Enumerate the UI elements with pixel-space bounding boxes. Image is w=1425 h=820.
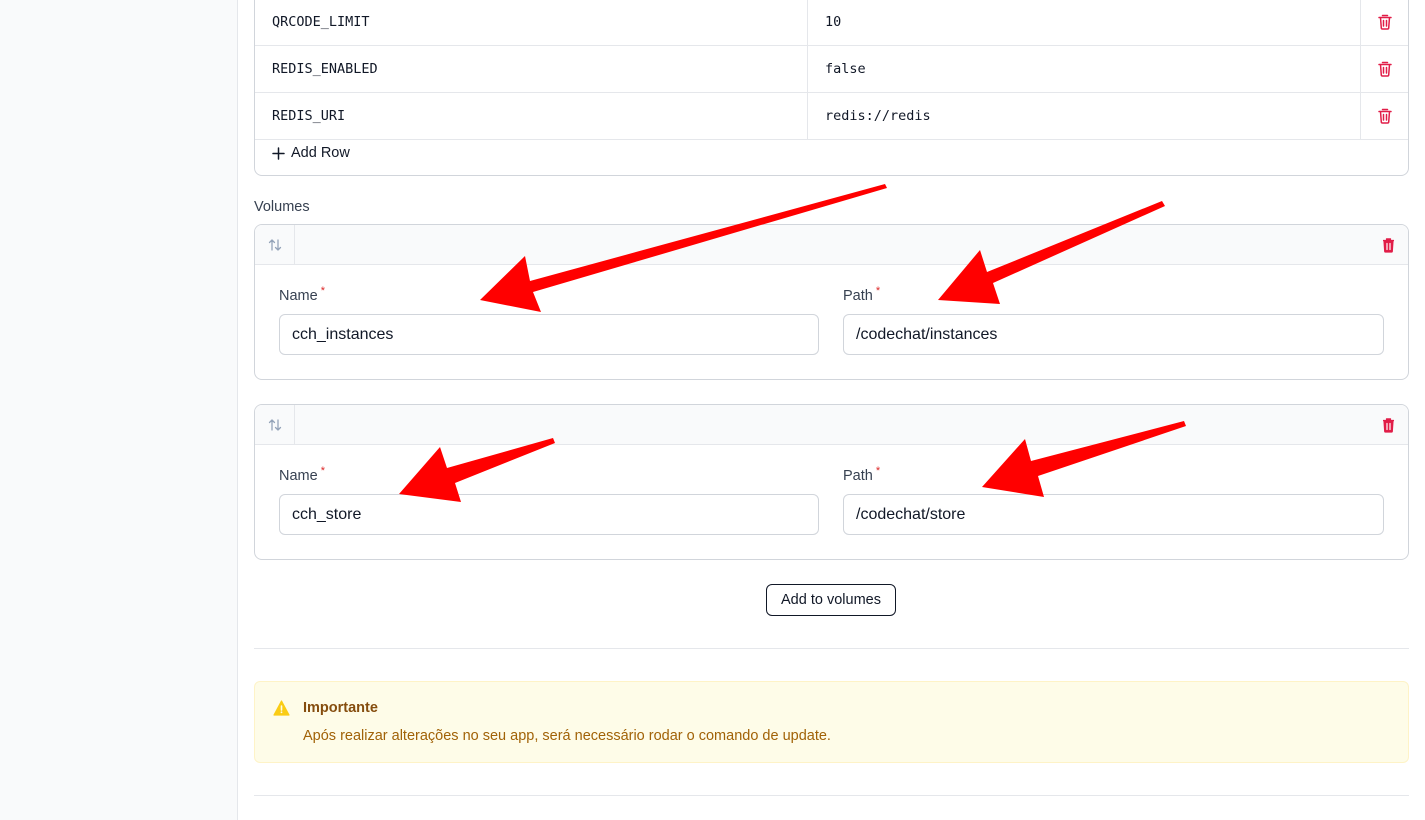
env-key[interactable]: QRCODE_LIMIT — [272, 0, 370, 46]
env-value[interactable]: false — [825, 46, 866, 93]
volume-name-input[interactable] — [279, 494, 819, 535]
volume-card-header — [255, 405, 1408, 445]
path-label: Path * — [843, 285, 881, 304]
drag-handle[interactable] — [255, 405, 295, 445]
table-row: QRCODE_LIMIT 10 — [255, 0, 1408, 46]
volume-name-input[interactable] — [279, 314, 819, 355]
divider — [254, 795, 1409, 796]
volumes-section-label: Volumes — [254, 199, 310, 215]
name-label: Name * — [279, 285, 325, 304]
trash-icon[interactable] — [1377, 14, 1393, 30]
name-label: Name * — [279, 465, 325, 484]
add-row-button[interactable]: Add Row — [272, 145, 350, 161]
warning-triangle-icon — [273, 700, 290, 716]
volume-card: Name* Path* — [254, 224, 1409, 380]
sort-arrows-icon — [268, 239, 281, 251]
trash-icon[interactable] — [1381, 237, 1396, 253]
sort-arrows-icon — [268, 419, 281, 431]
env-value[interactable]: 10 — [825, 0, 841, 46]
sidebar — [0, 0, 238, 820]
env-value[interactable]: redis://redis — [825, 93, 931, 140]
volume-path-input[interactable] — [843, 494, 1384, 535]
trash-icon[interactable] — [1377, 61, 1393, 77]
volume-card: Name* Path* — [254, 404, 1409, 560]
plus-icon — [272, 146, 285, 160]
add-row-label: Add Row — [291, 145, 350, 161]
drag-handle[interactable] — [255, 225, 295, 265]
env-key[interactable]: REDIS_URI — [272, 93, 345, 140]
env-variables-table: QRCODE_LIMIT 10 REDIS_ENABLED false REDI… — [254, 0, 1409, 176]
divider — [254, 648, 1409, 649]
table-row: REDIS_ENABLED false — [255, 46, 1408, 93]
alert-box: Importante Após realizar alterações no s… — [254, 681, 1409, 763]
alert-title: Importante — [303, 700, 378, 716]
trash-icon[interactable] — [1377, 108, 1393, 124]
add-to-volumes-button[interactable]: Add to volumes — [766, 584, 896, 616]
trash-icon[interactable] — [1381, 417, 1396, 433]
volume-card-header — [255, 225, 1408, 265]
table-row: REDIS_URI redis://redis — [255, 93, 1408, 140]
alert-message: Após realizar alterações no seu app, ser… — [303, 728, 831, 744]
path-label: Path * — [843, 465, 881, 484]
env-key[interactable]: REDIS_ENABLED — [272, 46, 378, 93]
volume-path-input[interactable] — [843, 314, 1384, 355]
